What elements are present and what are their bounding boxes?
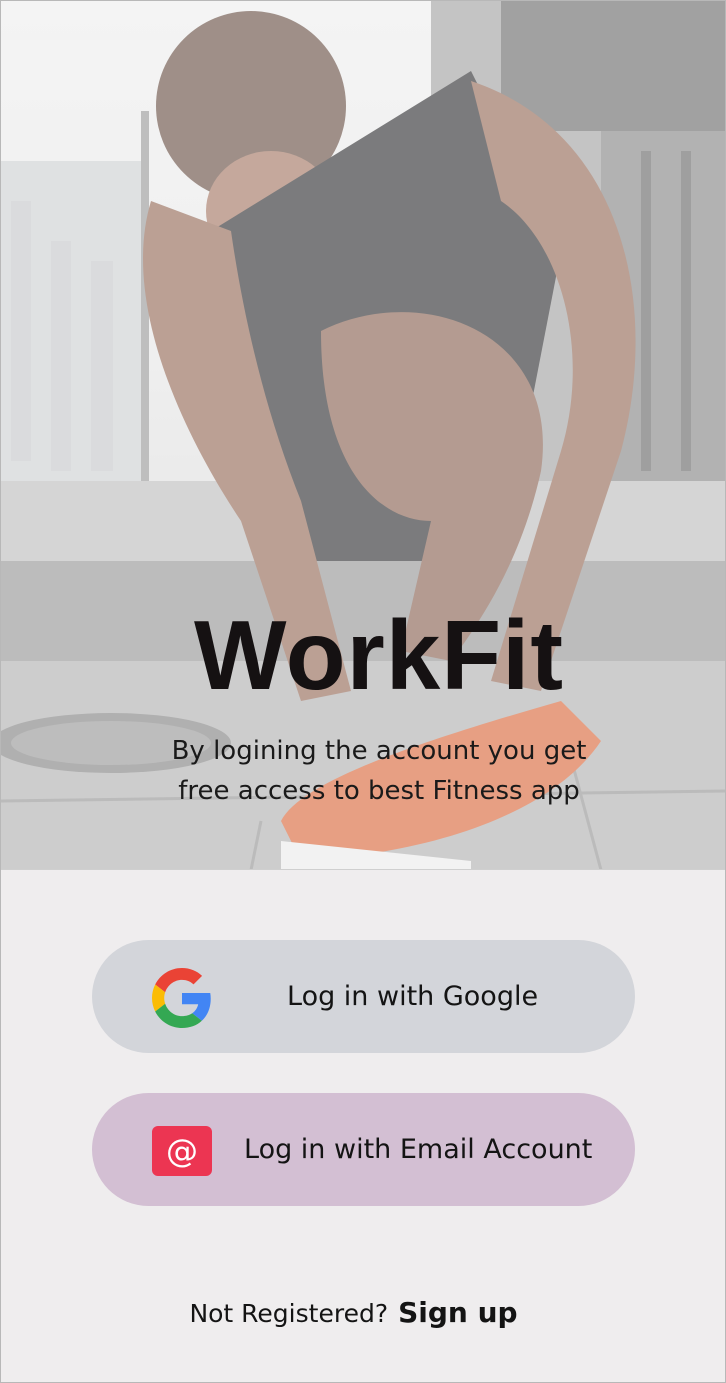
google-login-label: Log in with Google	[287, 981, 539, 1012]
email-login-button[interactable]: @ Log in with Email Account	[92, 1093, 635, 1206]
google-icon	[152, 968, 212, 1028]
app-tagline: By logining the account you get free acc…	[171, 736, 587, 806]
signup-prompt: Not Registered? Sign up	[1, 1296, 706, 1329]
not-registered-text: Not Registered?	[189, 1299, 389, 1328]
hero-image: WorkFit By logining the account you get …	[1, 1, 725, 870]
login-screen: WorkFit By logining the account you get …	[0, 0, 726, 1383]
google-login-button[interactable]: Log in with Google	[92, 940, 635, 1053]
email-login-label: Log in with Email Account	[244, 1134, 593, 1165]
signup-link[interactable]: Sign up	[398, 1296, 517, 1329]
at-sign-icon: @	[152, 1121, 212, 1181]
app-title: WorkFit	[194, 600, 564, 710]
